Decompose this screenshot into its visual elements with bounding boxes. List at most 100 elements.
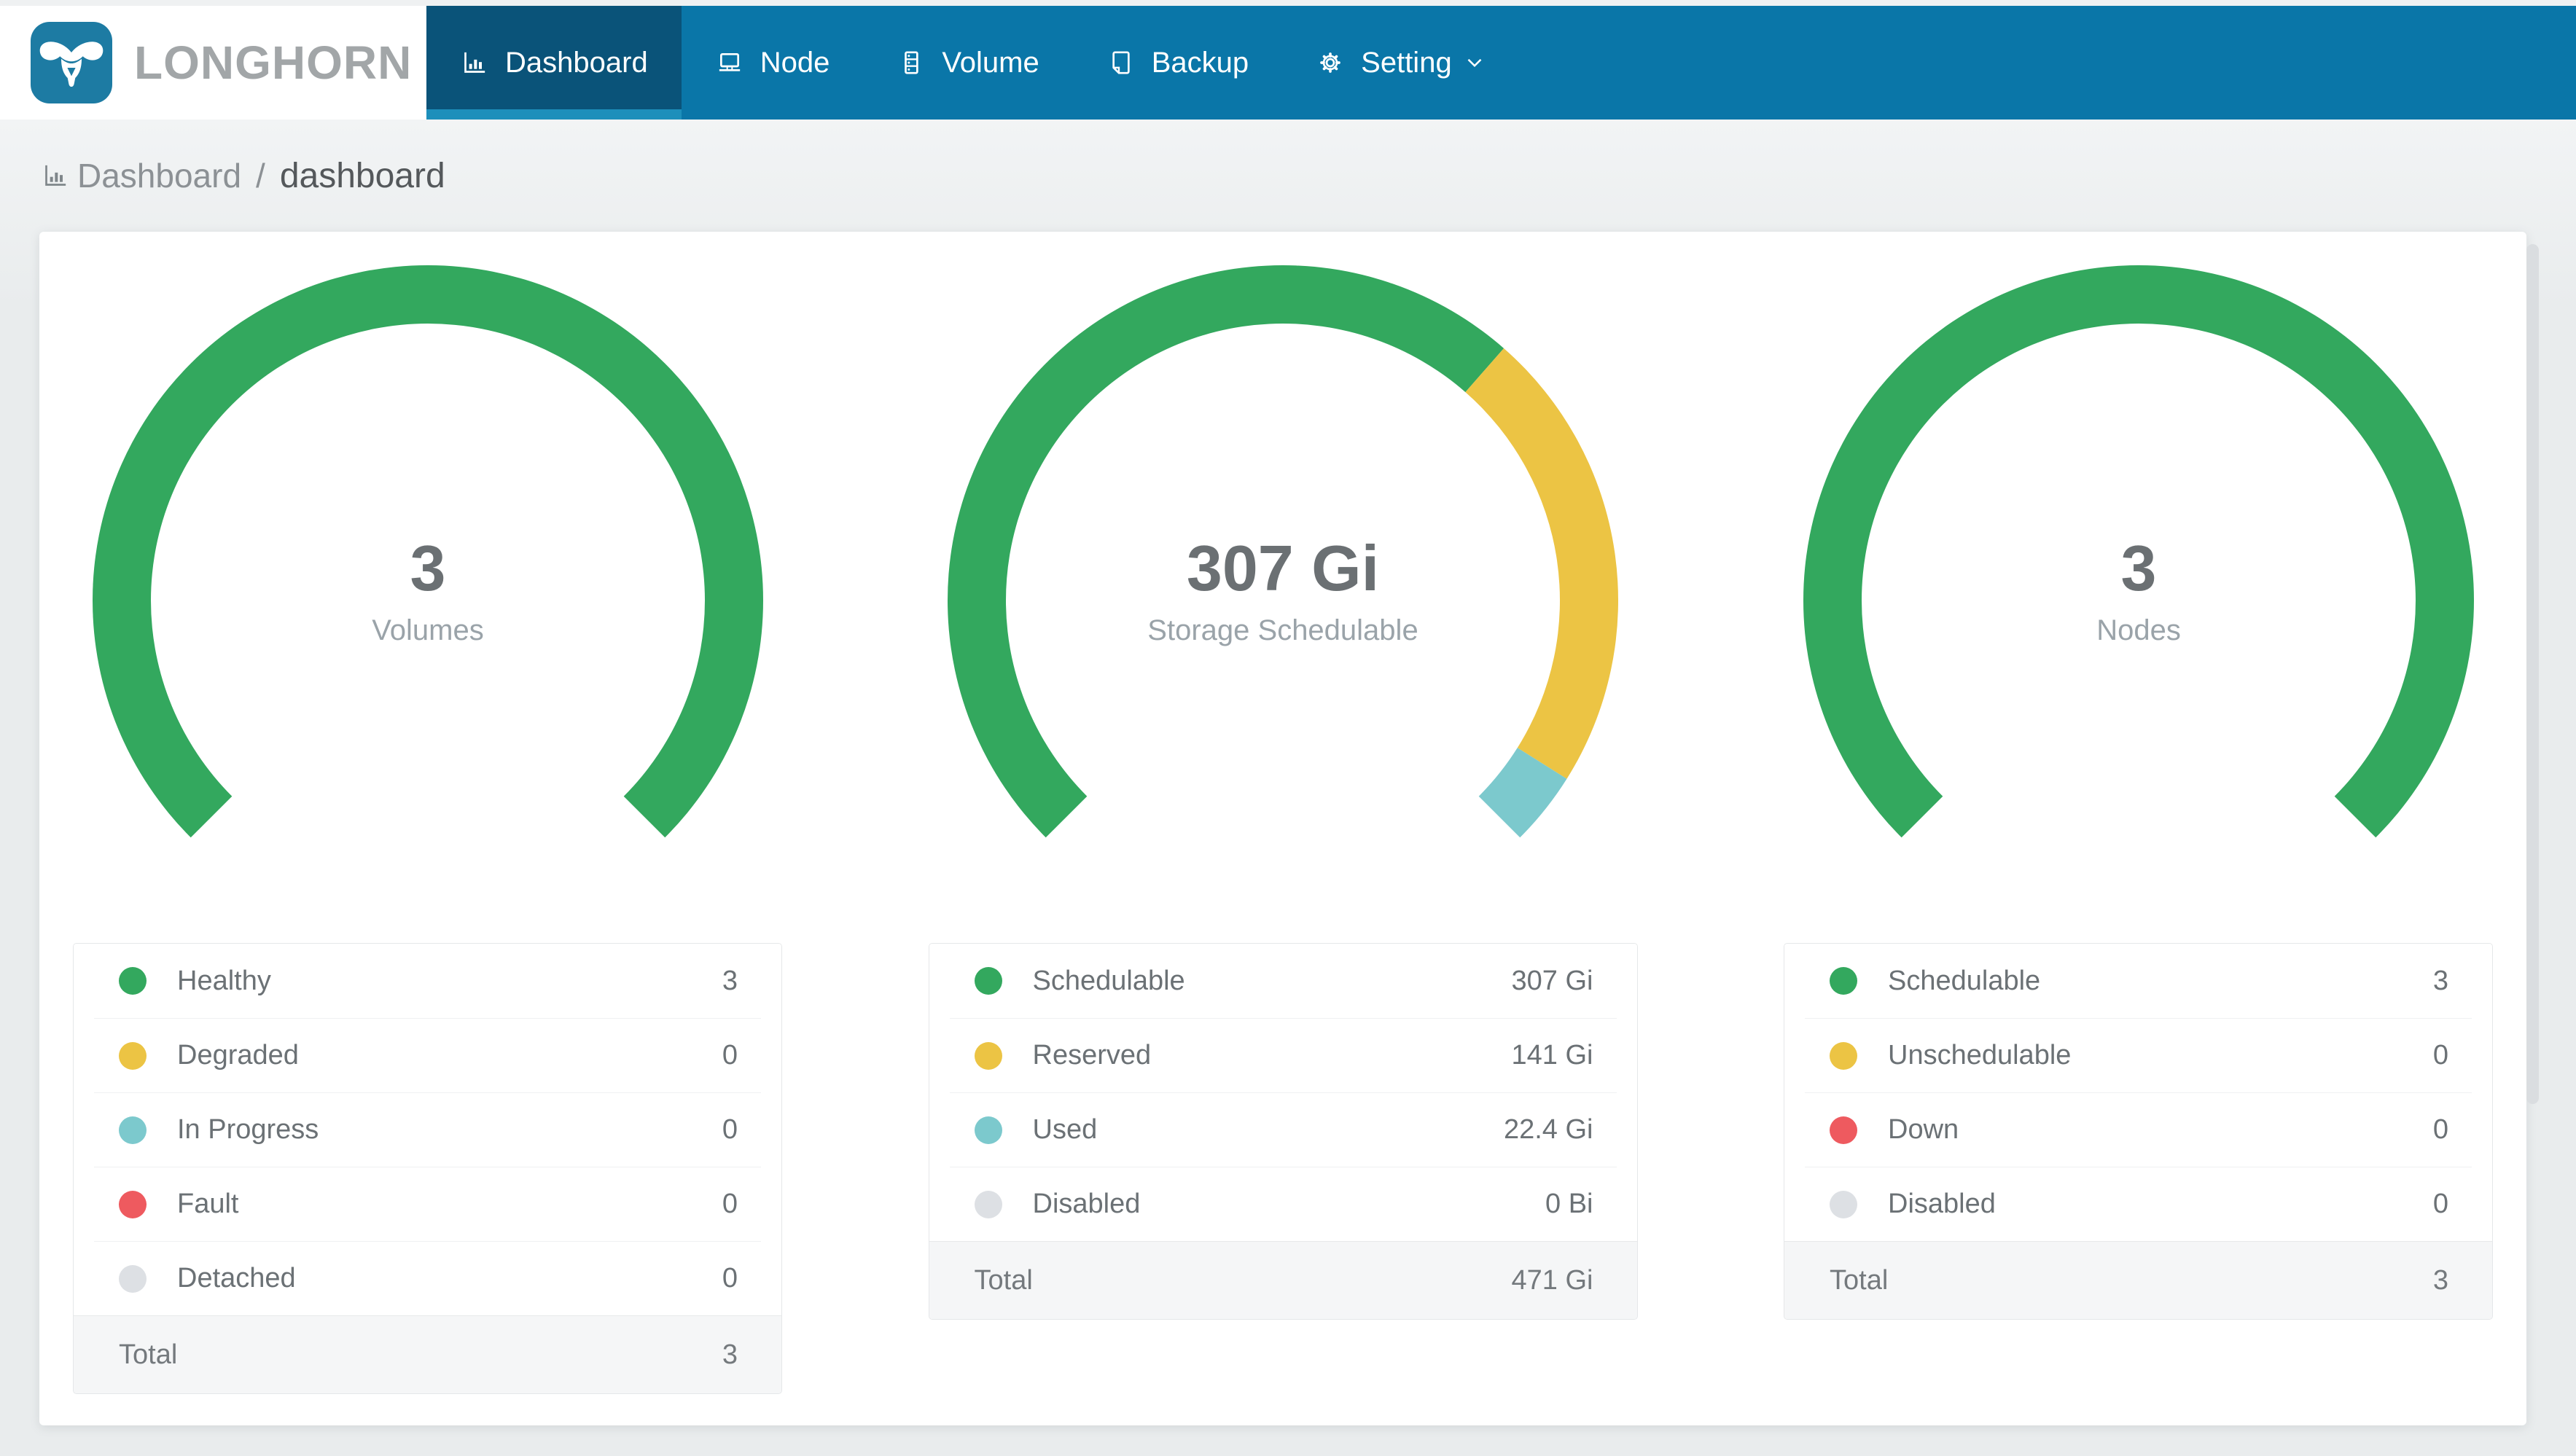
- legend-total-label: Total: [119, 1339, 178, 1370]
- legend-row-value: 141 Gi: [1511, 1040, 1593, 1071]
- legend-row-label: Schedulable: [1888, 965, 2041, 996]
- longhorn-logo-icon: [31, 22, 112, 103]
- gauge-segment-reserved: [1465, 348, 1618, 779]
- nav-item-setting[interactable]: Setting: [1282, 6, 1521, 120]
- legend-row-label: Healthy: [177, 965, 271, 996]
- legend-row-degraded: Degraded 0: [94, 1018, 761, 1092]
- legend-row-value: 0: [722, 1114, 738, 1145]
- breadcrumb-section-link[interactable]: Dashboard: [77, 156, 241, 195]
- brand-name: LONGHORN: [134, 36, 413, 89]
- legend-row-schedulable: Schedulable 307 Gi: [950, 944, 1617, 1018]
- legend-color-dot: [1830, 967, 1857, 995]
- legend-row-value: 0: [722, 1040, 738, 1071]
- legend-row-used: Used 22.4 Gi: [949, 1092, 1617, 1167]
- legend-total-row: Total 3: [1784, 1241, 2492, 1319]
- legend-row-value: 0: [2432, 1114, 2448, 1145]
- legend-row-schedulable: Schedulable 3: [1805, 944, 2472, 1018]
- laptop-icon: [719, 53, 740, 71]
- legend-color-dot: [974, 1116, 1002, 1144]
- legend-color-dot: [1830, 1190, 1857, 1218]
- legend-color-dot: [974, 1190, 1002, 1218]
- legend-row-label: Used: [1032, 1114, 1098, 1145]
- gauge-donut-svg: 3 Volumes: [92, 265, 763, 838]
- legend-row-in-progress: In Progress 0: [94, 1092, 761, 1167]
- gauge-panel-volumes: 3 Volumes Healthy 3 Degraded 0 In Progress 0 F…: [73, 232, 782, 1394]
- scrollbar-thumb[interactable]: [2526, 244, 2539, 1104]
- legend-color-dot: [119, 1264, 147, 1293]
- nav-item-label: Node: [760, 46, 830, 79]
- legend-row-value: 0: [2432, 1040, 2448, 1071]
- gear-icon: [1320, 52, 1340, 73]
- legend-total-label: Total: [1830, 1264, 1889, 1296]
- legend-total-value: 471 Gi: [1511, 1264, 1593, 1296]
- legend-total-row: Total 3: [74, 1315, 781, 1393]
- legend-total-value: 3: [2432, 1264, 2448, 1296]
- legend-row-unschedulable: Unschedulable 0: [1805, 1018, 2472, 1092]
- window-top-edge: [0, 0, 2576, 6]
- legend-color-dot: [1830, 1041, 1857, 1070]
- nav-item-node[interactable]: Node: [682, 6, 864, 120]
- legend-color-dot: [119, 967, 147, 995]
- legend-table: Healthy 3 Degraded 0 In Progress 0 Fault 0 Detac…: [73, 943, 782, 1394]
- bar-chart-icon: [464, 52, 485, 73]
- gauge-donut-svg: 307 Gi Storage Schedulable: [948, 265, 1618, 838]
- nav-item-label: Setting: [1361, 46, 1452, 79]
- legend-row-label: Schedulable: [1032, 965, 1185, 996]
- gauge-chart: 3 Nodes: [1796, 258, 2481, 943]
- breadcrumb-current-page: dashboard: [279, 156, 445, 195]
- legend-total-row: Total 471 Gi: [929, 1241, 1637, 1319]
- legend-row-value: 307 Gi: [1511, 965, 1593, 996]
- breadcrumb: Dashboard / dashboard: [0, 120, 2576, 232]
- nav-item-dashboard[interactable]: Dashboard: [426, 6, 682, 120]
- breadcrumb-separator: /: [256, 157, 265, 195]
- legend-total-value: 3: [722, 1339, 738, 1370]
- gauge-center-label: Storage Schedulable: [1147, 614, 1418, 646]
- gauge-panels: 3 Volumes Healthy 3 Degraded 0 In Progress 0 F…: [39, 232, 2526, 1394]
- chevron-down-icon: [1467, 58, 1482, 68]
- nav-item-backup[interactable]: Backup: [1073, 6, 1282, 120]
- legend-row-label: Disabled: [1032, 1189, 1141, 1219]
- gauge-center-value: 3: [2120, 532, 2156, 604]
- legend-row-value: 3: [2432, 965, 2448, 996]
- gauge-chart: 307 Gi Storage Schedulable: [940, 258, 1625, 943]
- legend-table: Schedulable 307 Gi Reserved 141 Gi Used 22.4 …: [928, 943, 1638, 1320]
- gauge-panel-storage-schedulable: 307 Gi Storage Schedulable Schedulable 30…: [928, 232, 1638, 1394]
- legend-row-fault: Fault 0: [94, 1167, 761, 1241]
- top-navbar: LONGHORN Dashboard Node Volume Backup Se…: [0, 6, 2576, 120]
- legend-row-healthy: Healthy 3: [94, 944, 761, 1018]
- legend-row-reserved: Reserved 141 Gi: [949, 1018, 1617, 1092]
- nav-item-volume[interactable]: Volume: [863, 6, 1072, 120]
- legend-row-value: 3: [722, 965, 738, 996]
- legend-row-label: Down: [1888, 1114, 1959, 1145]
- legend-row-value: 22.4 Gi: [1503, 1114, 1593, 1145]
- legend-color-dot: [119, 1041, 147, 1070]
- gauge-center-value: 307 Gi: [1187, 532, 1379, 604]
- legend-color-dot: [974, 1041, 1002, 1070]
- legend-row-value: 0 Bi: [1545, 1189, 1593, 1219]
- legend-row-label: Disabled: [1888, 1189, 1996, 1219]
- document-icon: [1112, 51, 1130, 74]
- legend-row-value: 0: [722, 1189, 738, 1219]
- legend-row-detached: Detached 0: [94, 1241, 761, 1315]
- legend-row-label: In Progress: [177, 1114, 319, 1145]
- nav-item-label: Volume: [942, 46, 1039, 79]
- legend-color-dot: [1830, 1116, 1857, 1144]
- bull-icon: [39, 42, 104, 87]
- legend-row-label: Detached: [177, 1263, 296, 1293]
- gauge-donut-svg: 3 Nodes: [1803, 265, 2474, 838]
- gauge-panel-nodes: 3 Nodes Schedulable 3 Unschedulable 0 Down 0 D…: [1784, 232, 2493, 1394]
- legend-color-dot: [119, 1190, 147, 1218]
- server-icon: [905, 51, 918, 74]
- legend-color-dot: [119, 1116, 147, 1144]
- gauge-center-label: Nodes: [2096, 614, 2181, 646]
- legend-row-disabled: Disabled 0 Bi: [949, 1167, 1617, 1241]
- gauge-center-label: Volumes: [372, 614, 483, 646]
- legend-row-label: Fault: [177, 1189, 239, 1219]
- legend-color-dot: [974, 967, 1002, 995]
- main-nav: Dashboard Node Volume Backup Setting: [426, 6, 1521, 120]
- nav-item-label: Dashboard: [505, 46, 648, 79]
- legend-row-down: Down 0: [1805, 1092, 2472, 1167]
- nav-item-label: Backup: [1151, 46, 1249, 79]
- legend-table: Schedulable 3 Unschedulable 0 Down 0 Disabled 0…: [1784, 943, 2493, 1320]
- legend-total-label: Total: [974, 1264, 1033, 1296]
